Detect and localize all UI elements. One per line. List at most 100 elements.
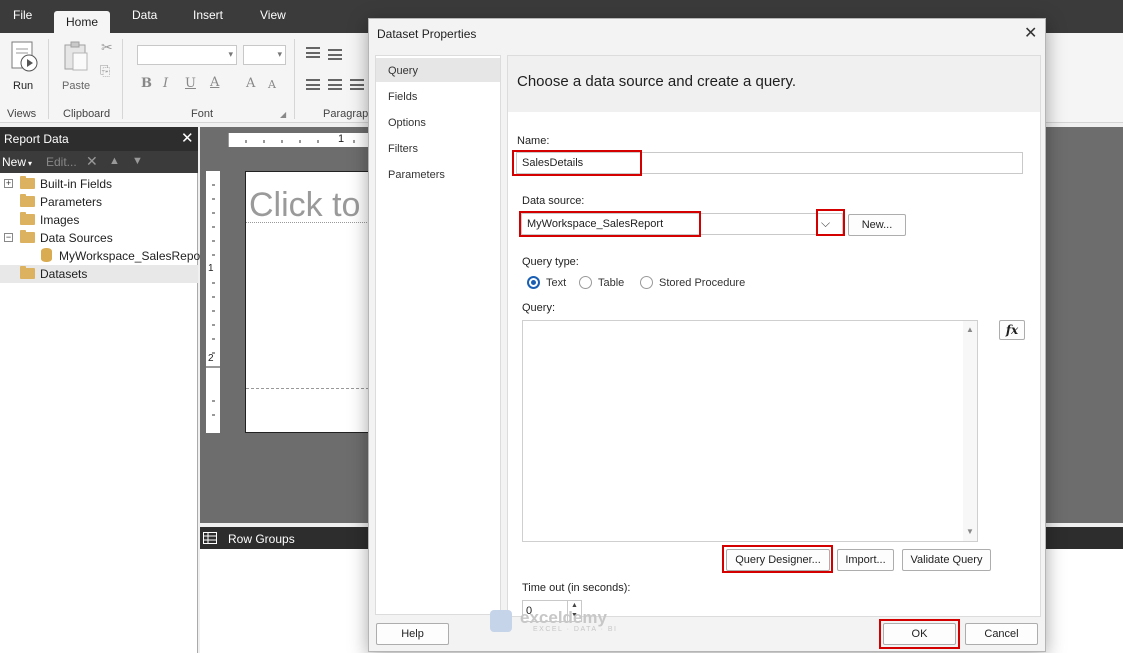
shrink-font-icon[interactable]: A: [268, 78, 276, 91]
dialog-main-panel: Choose a data source and create a query.…: [507, 55, 1041, 622]
align-center-icon[interactable]: [328, 79, 342, 90]
move-down-icon[interactable]: ▼: [132, 155, 143, 167]
nav-item-parameters[interactable]: Parameters: [376, 162, 500, 186]
ok-highlight: [879, 619, 960, 649]
dialog-title: Dataset Properties: [377, 27, 477, 41]
chevron-down-icon: ▾: [228, 49, 233, 59]
tree-item-built-in-fields[interactable]: + Built-in Fields: [0, 175, 198, 193]
group-label-font: Font: [191, 108, 214, 120]
underline-icon[interactable]: U: [185, 76, 196, 91]
group-label-clipboard: Clipboard: [63, 108, 111, 120]
align-right-icon[interactable]: [350, 79, 364, 90]
close-icon[interactable]: ✕: [1024, 23, 1037, 43]
expand-icon[interactable]: +: [4, 179, 13, 188]
tree-item-images[interactable]: Images: [0, 211, 198, 229]
delete-icon[interactable]: ✕: [86, 153, 98, 170]
font-size-combo[interactable]: ▾: [243, 45, 286, 65]
radio-text[interactable]: [527, 276, 540, 289]
tree-item-label: Parameters: [40, 195, 103, 209]
close-icon[interactable]: ✕: [181, 129, 194, 147]
run-label: Run: [13, 80, 34, 92]
new-data-source-button[interactable]: New...: [848, 214, 906, 236]
align-middle-icon[interactable]: [328, 49, 342, 60]
report-title-placeholder[interactable]: Click to: [249, 186, 360, 225]
run-button[interactable]: Run: [6, 39, 42, 99]
ruler-ticks: [206, 184, 220, 416]
run-icon: [11, 41, 38, 72]
data-source-highlight: [519, 211, 701, 237]
nav-item-query[interactable]: Query: [376, 58, 500, 82]
ribbon-separator: [48, 39, 49, 119]
group-label-views: Views: [7, 108, 37, 120]
ruler-mark: 1: [208, 263, 214, 274]
radio-table[interactable]: [579, 276, 592, 289]
tree-item-label: MyWorkspace_SalesReport: [59, 249, 208, 263]
ribbon-separator: [294, 39, 295, 119]
italic-icon[interactable]: I: [163, 76, 168, 91]
radio-text-label: Text: [546, 277, 567, 289]
folder-open-icon: [20, 230, 35, 243]
report-body[interactable]: Click to: [245, 171, 369, 433]
new-menu-button[interactable]: New ▾: [2, 155, 32, 169]
nav-item-filters[interactable]: Filters: [376, 136, 500, 160]
body-separator: [246, 388, 369, 389]
font-name-combo[interactable]: ▾: [137, 45, 237, 65]
dataset-properties-dialog: Dataset Properties ✕ Query Fields Option…: [368, 18, 1046, 652]
scroll-down-icon[interactable]: ▼: [966, 527, 974, 536]
font-color-icon[interactable]: A: [210, 75, 219, 90]
tab-home[interactable]: Home: [54, 11, 110, 33]
scroll-up-icon[interactable]: ▲: [966, 325, 974, 334]
nav-item-fields[interactable]: Fields: [376, 84, 500, 108]
folder-icon: [20, 194, 35, 207]
watermark-name: exceldemy: [520, 608, 607, 627]
tree-item-data-sources[interactable]: − Data Sources: [0, 229, 198, 247]
query-scrollbar[interactable]: ▲ ▼: [963, 321, 977, 541]
dropdown-highlight: [816, 209, 845, 236]
cut-icon[interactable]: ✂: [101, 39, 113, 56]
title-textbox-border: [246, 222, 369, 223]
align-top-icon[interactable]: [306, 47, 320, 58]
grid-icon: [203, 532, 217, 544]
cancel-button[interactable]: Cancel: [965, 623, 1038, 645]
radio-stored-procedure-label: Stored Procedure: [659, 277, 746, 289]
tree-item-datasets[interactable]: Datasets: [0, 265, 198, 283]
import-button[interactable]: Import...: [837, 549, 894, 571]
grow-font-icon[interactable]: A: [246, 76, 255, 91]
paste-label: Paste: [62, 80, 91, 92]
font-dialog-launcher-icon[interactable]: ◢: [280, 110, 286, 119]
tab-data[interactable]: Data: [132, 8, 157, 22]
query-type-label: Query type:: [522, 256, 579, 268]
dialog-header: Choose a data source and create a query.: [508, 56, 1040, 112]
folder-icon: [20, 176, 35, 189]
paste-button[interactable]: Paste: [58, 41, 94, 97]
expression-button[interactable]: fx: [999, 320, 1025, 340]
help-button[interactable]: Help: [376, 623, 449, 645]
ruler-mark: 2: [208, 353, 214, 364]
align-left-icon[interactable]: [306, 79, 320, 90]
folder-icon: [20, 266, 35, 279]
exceldemy-logo-icon: [490, 610, 512, 632]
tree-item-data-source[interactable]: MyWorkspace_SalesReport: [0, 247, 208, 265]
query-designer-highlight: [722, 545, 833, 573]
report-data-tree: + Built-in Fields Parameters Images − Da…: [0, 173, 208, 653]
query-textarea[interactable]: ▲ ▼: [522, 320, 978, 542]
collapse-icon[interactable]: −: [4, 233, 13, 242]
tab-view[interactable]: View: [260, 8, 286, 22]
copy-icon[interactable]: ⎘: [100, 63, 110, 79]
tree-item-label: Images: [40, 213, 80, 227]
tree-item-parameters[interactable]: Parameters: [0, 193, 198, 211]
report-data-toolbar: New ▾ Edit... ✕ ▲ ▼: [0, 151, 198, 173]
ruler-ticks: [228, 133, 355, 147]
radio-stored-procedure[interactable]: [640, 276, 653, 289]
name-highlight: [512, 150, 642, 176]
tab-insert[interactable]: Insert: [193, 8, 223, 22]
bold-icon[interactable]: B: [141, 76, 152, 91]
tab-file[interactable]: File: [13, 8, 32, 22]
nav-item-options[interactable]: Options: [376, 110, 500, 134]
validate-query-button[interactable]: Validate Query: [902, 549, 991, 571]
query-label: Query:: [522, 302, 556, 314]
data-source-label: Data source:: [522, 195, 585, 207]
move-up-icon[interactable]: ▲: [109, 155, 120, 167]
edit-button[interactable]: Edit...: [46, 155, 77, 169]
folder-icon: [20, 212, 35, 225]
